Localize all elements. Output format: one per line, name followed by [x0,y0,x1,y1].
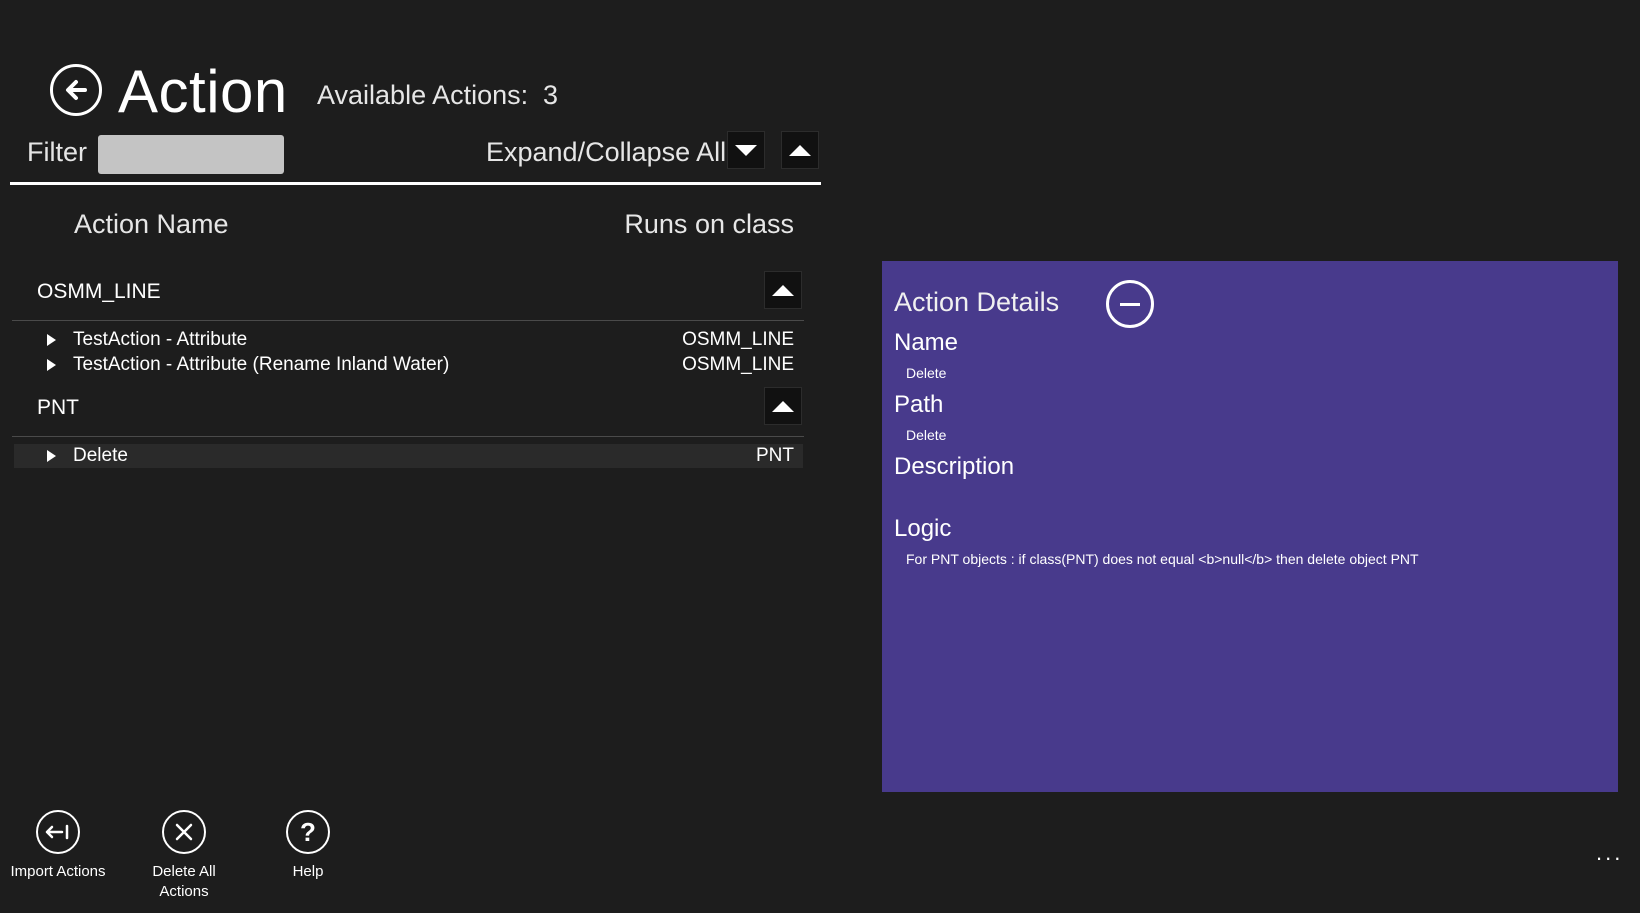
expand-caret-icon[interactable] [47,450,56,462]
expand-caret-icon[interactable] [47,334,56,346]
action-class: OSMM_LINE [682,329,794,350]
expand-collapse-label: Expand/Collapse All [486,137,727,167]
import-actions-button[interactable]: Import Actions [6,810,110,882]
chevron-up-icon [772,400,794,412]
description-label: Description [894,453,1015,480]
action-details-panel: Action Details Name Delete Path Delete D… [882,261,1618,792]
filter-label: Filter [27,137,87,167]
action-class: OSMM_LINE [682,354,794,375]
action-name: TestAction - Attribute [73,329,248,350]
action-name: TestAction - Attribute (Rename Inland Wa… [73,354,450,375]
collapse-details-button[interactable] [1106,280,1154,328]
action-name: Delete [73,445,128,466]
delete-all-actions-button[interactable]: Delete All Actions [132,810,236,902]
expand-all-button[interactable] [727,131,765,169]
group-collapse-button-osmm-line[interactable] [764,271,802,309]
logic-value: For PNT objects : if class(PNT) does not… [906,551,1419,567]
action-class: PNT [756,445,794,466]
path-value: Delete [906,427,947,443]
page-title: Action [118,58,288,125]
group-header-pnt: PNT [37,396,79,419]
list-item[interactable]: TestAction - Attribute (Rename Inland Wa… [14,353,803,377]
expand-caret-icon[interactable] [47,359,56,371]
filter-input[interactable] [98,135,284,174]
import-actions-label: Import Actions [10,863,106,880]
chevron-down-icon [735,144,757,156]
available-actions-label: Available Actions: [317,80,529,110]
group-collapse-button-pnt[interactable] [764,387,802,425]
collapse-all-button[interactable] [781,131,819,169]
group-divider [12,320,804,321]
back-arrow-icon [66,80,87,100]
delete-all-actions-label: Delete All Actions [152,862,215,902]
column-header-runs-on-class[interactable]: Runs on class [624,209,794,240]
import-icon [36,810,80,854]
path-label: Path [894,391,944,418]
chevron-up-icon [789,144,811,156]
more-options-button[interactable]: ... [1596,840,1623,866]
help-icon: ? [286,810,330,854]
chevron-up-icon [772,284,794,296]
delete-all-icon [162,810,206,854]
group-divider [12,436,804,437]
list-item[interactable]: TestAction - Attribute OSMM_LINE [14,328,803,352]
name-value: Delete [906,365,947,381]
logic-label: Logic [894,515,952,542]
name-label: Name [894,329,959,356]
delete-all-label-line2: Actions [159,883,209,900]
available-actions-count: 3 [543,80,559,110]
details-title: Action Details [894,287,1060,317]
header-divider [10,182,821,185]
back-button[interactable] [50,64,102,116]
help-button[interactable]: ? Help [256,810,360,882]
column-header-action-name[interactable]: Action Name [74,209,229,240]
group-header-osmm-line: OSMM_LINE [37,280,161,303]
help-label: Help [292,863,324,880]
minus-icon [1120,302,1140,306]
list-item-selected[interactable]: Delete PNT [14,444,803,468]
delete-all-label-line1: Delete All [152,863,216,880]
